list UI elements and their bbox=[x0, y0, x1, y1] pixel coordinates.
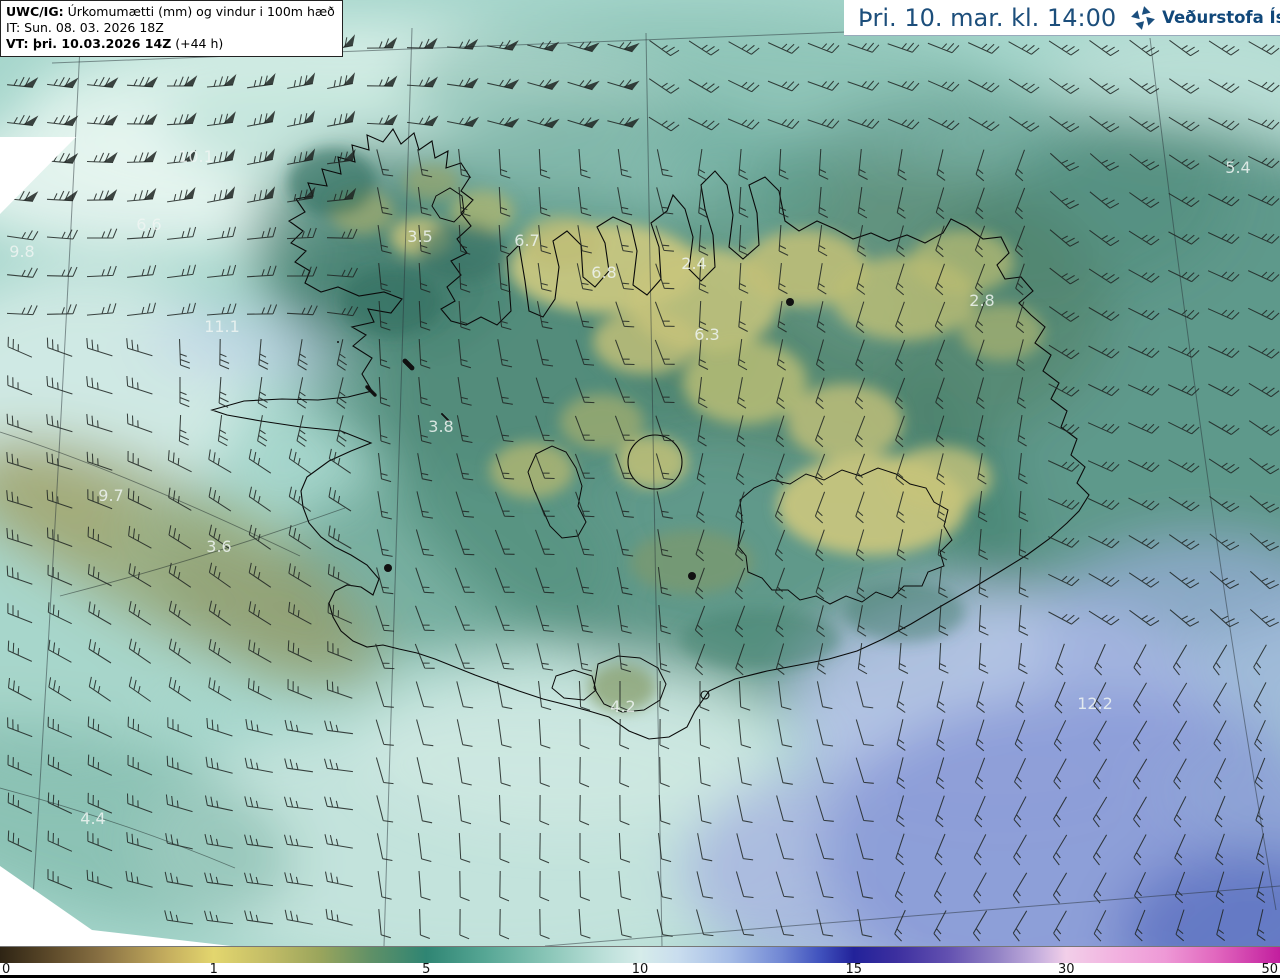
header-bar: Þri. 10. mar. kl. 14:00 Veðurstofa Íslan… bbox=[844, 0, 1280, 36]
model-info-box: UWC/IG: Úrkomumætti (mm) og vindur i 100… bbox=[0, 0, 343, 57]
contour-label: 4.2 bbox=[610, 697, 635, 716]
info-line-title: UWC/IG: Úrkomumætti (mm) og vindur i 100… bbox=[6, 4, 335, 20]
contour-label: 5.4 bbox=[1225, 158, 1250, 177]
valid-datetime-display: Þri. 10. mar. kl. 14:00 bbox=[858, 3, 1117, 32]
contour-label: 3.6 bbox=[206, 537, 231, 556]
contour-label: 12.2 bbox=[1077, 694, 1113, 713]
contour-label: 6.6 bbox=[136, 215, 161, 234]
contour-label: 11.1 bbox=[204, 317, 240, 336]
precipitation-colorbar bbox=[0, 946, 1280, 963]
contour-label: 6.7 bbox=[514, 231, 539, 250]
contour-label: 10.1 bbox=[178, 147, 214, 166]
chart-title: Úrkomumætti (mm) og vindur i 100m hæð bbox=[63, 4, 335, 19]
contour-label: 3.5 bbox=[407, 227, 432, 246]
contour-label: 3.8 bbox=[428, 417, 453, 436]
forecast-map: 10.1 6.6 9.8 11.1 3.5 6.7 6.8 2.4 2.8 6.3 5.4 3.8 9.… bbox=[0, 0, 1280, 946]
contour-label: 6.3 bbox=[694, 325, 719, 344]
contour-label: 2.8 bbox=[969, 291, 994, 310]
met-office-logo-icon bbox=[1130, 5, 1156, 31]
model-id: UWC/IG: bbox=[6, 4, 64, 19]
contour-label: 6.8 bbox=[591, 263, 616, 282]
valid-time-offset: (+44 h) bbox=[171, 36, 224, 51]
colorbar-scale-labels: 0 1 5 10 15 30 50 bbox=[0, 962, 1280, 977]
met-office-name: Veðurstofa Íslands bbox=[1162, 8, 1280, 27]
contour-label: 9.7 bbox=[98, 486, 123, 505]
info-line-init-time: IT: Sun. 08. 03. 2026 18Z bbox=[6, 20, 164, 35]
contour-label: 9.8 bbox=[9, 242, 34, 261]
info-line-valid-time: VT: þri. 10.03.2026 14Z (+44 h) bbox=[6, 36, 335, 52]
weather-map-screenshot: 10.1 6.6 9.8 11.1 3.5 6.7 6.8 2.4 2.8 6.3 5.4 3.8 9.… bbox=[0, 0, 1280, 978]
valid-time: VT: þri. 10.03.2026 14Z bbox=[6, 36, 172, 51]
contour-label: 4.4 bbox=[80, 809, 105, 828]
contour-label: 2.4 bbox=[681, 254, 706, 273]
